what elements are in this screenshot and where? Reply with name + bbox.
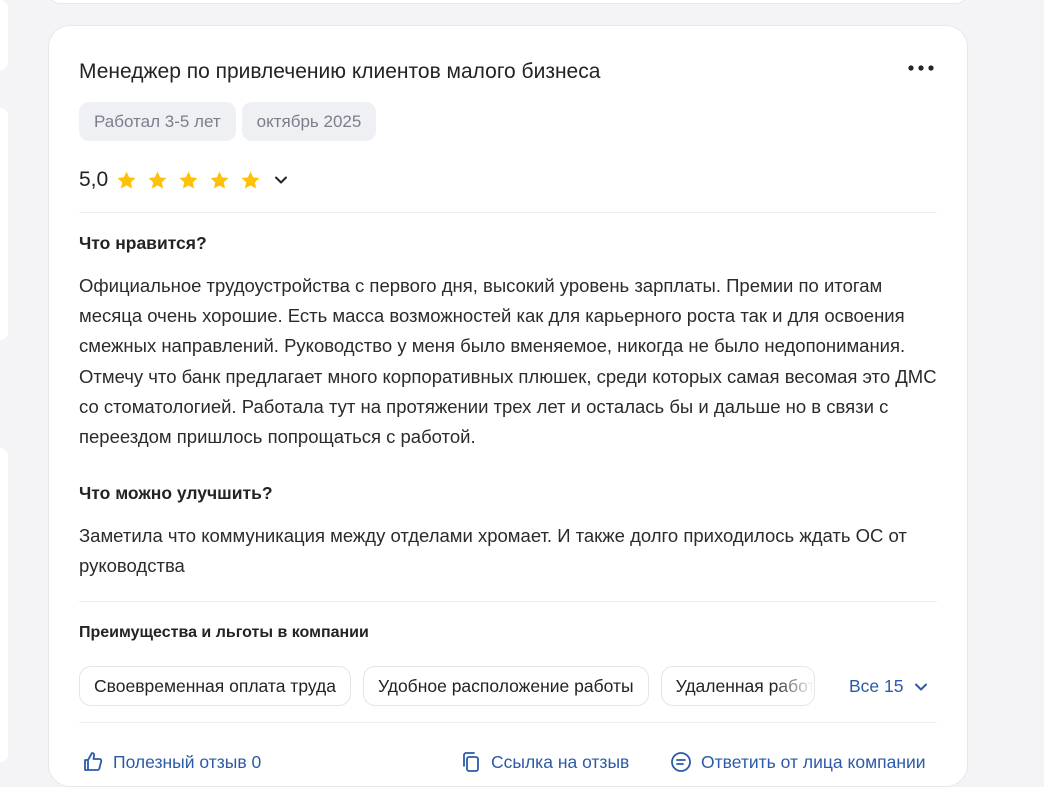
copy-link-button[interactable]: Ссылка на отзыв bbox=[459, 750, 629, 774]
improve-text: Заметила что коммуникация между отделами… bbox=[79, 525, 907, 577]
divider bbox=[79, 212, 937, 213]
divider bbox=[79, 601, 937, 602]
star-icon bbox=[179, 171, 198, 189]
helpful-button[interactable]: Полезный отзыв 0 bbox=[81, 750, 261, 774]
tenure-badge: Работал 3-5 лет bbox=[79, 102, 236, 141]
rating-details-toggle[interactable] bbox=[273, 172, 289, 188]
date-badge: октябрь 2025 bbox=[241, 102, 377, 141]
benefit-chip[interactable]: Удобное расположение работы bbox=[362, 666, 649, 706]
review-title: Менеджер по привлечению клиентов малого … bbox=[79, 60, 601, 83]
copy-link-label: Ссылка на отзыв bbox=[491, 751, 630, 772]
benefit-chip[interactable]: Своевременная оплата труда bbox=[79, 666, 351, 706]
more-dots-icon bbox=[908, 65, 934, 71]
star-icon bbox=[148, 171, 167, 189]
reply-as-company-button[interactable]: Ответить от лица компании bbox=[669, 750, 926, 774]
rating-stars bbox=[116, 170, 261, 191]
review-meta: Работал 3-5 лет октябрь 2025 bbox=[79, 102, 377, 141]
reply-label: Ответить от лица компании bbox=[701, 751, 926, 772]
chat-reply-icon bbox=[671, 752, 691, 772]
helpful-label: Полезный отзыв 0 bbox=[113, 751, 262, 772]
benefits-heading: Преимущества и льготы в компании bbox=[79, 624, 369, 641]
improve-heading: Что можно улучшить? bbox=[79, 483, 273, 503]
copy-link-icon bbox=[463, 752, 479, 772]
benefit-chip[interactable]: Удаленная работа bbox=[660, 666, 815, 706]
show-all-benefits-button[interactable]: Все 15 bbox=[849, 676, 929, 697]
rating-value: 5,0 bbox=[79, 168, 109, 191]
likes-text: Официальное трудоустройства с первого дн… bbox=[79, 275, 937, 448]
left-panel-edge bbox=[0, 0, 8, 70]
left-panel-edge bbox=[0, 448, 8, 762]
star-icon bbox=[241, 171, 260, 189]
star-icon bbox=[210, 171, 229, 189]
left-panel-edge bbox=[0, 108, 8, 340]
thumbs-up-icon bbox=[84, 752, 103, 771]
star-icon bbox=[117, 171, 136, 189]
benefits-list: Своевременная оплата труда Удобное распо… bbox=[79, 666, 815, 706]
chevron-down-icon bbox=[915, 683, 928, 690]
chevron-down-icon bbox=[275, 176, 288, 184]
divider bbox=[79, 722, 937, 723]
review-actions: Полезный отзыв 0 Ссылка на отзыв Ответит… bbox=[79, 750, 939, 780]
show-all-label: Все 15 bbox=[849, 676, 904, 696]
more-options-button[interactable] bbox=[907, 56, 935, 80]
review-card: Менеджер по привлечению клиентов малого … bbox=[48, 25, 968, 787]
previous-review-card bbox=[48, 0, 968, 4]
rating: 5,0 bbox=[79, 168, 289, 192]
likes-heading: Что нравится? bbox=[79, 233, 207, 253]
